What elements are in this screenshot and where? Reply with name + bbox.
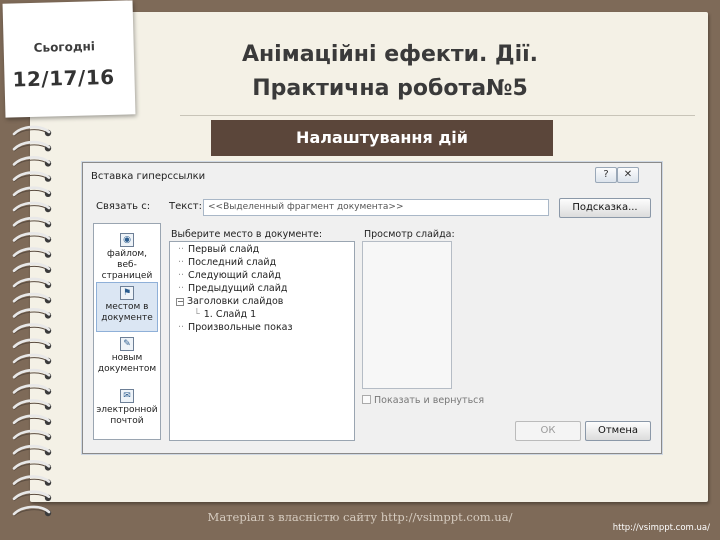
tree-item-previous-slide[interactable]: ·· Предыдущий слайд bbox=[178, 283, 288, 294]
tree-item-first-slide[interactable]: ·· Первый слайд bbox=[178, 244, 259, 255]
help-button[interactable]: ? bbox=[595, 167, 617, 183]
doc-place-label: Выберите место в документе: bbox=[171, 229, 323, 240]
document-place-icon: ⚑ bbox=[120, 286, 134, 300]
link-to-label: Связать с: bbox=[96, 201, 151, 212]
link-option-email[interactable]: ✉ электронной почтой bbox=[96, 386, 158, 436]
dialog-title: Вставка гиперссылки bbox=[91, 171, 206, 182]
insert-hyperlink-dialog: Вставка гиперссылки ? ✕ Связать с: Текст… bbox=[82, 162, 662, 454]
tree-item-label: Следующий слайд bbox=[188, 270, 281, 281]
site-url[interactable]: http://vsimppt.com.ua/ bbox=[613, 523, 710, 533]
tree-item-label: 1. Слайд 1 bbox=[203, 309, 257, 320]
link-type-panel: ◉ файлом, веб-страницей ⚑ местом в докум… bbox=[93, 223, 161, 440]
show-and-return-label: Показать и вернуться bbox=[374, 395, 485, 406]
link-option-file-web[interactable]: ◉ файлом, веб-страницей bbox=[96, 230, 158, 281]
document-place-tree: ·· Первый слайд ·· Последний слайд ·· Следу… bbox=[169, 241, 355, 441]
subheading-banner: Налаштування дій bbox=[211, 120, 553, 156]
show-and-return-option[interactable]: Показать и вернуться bbox=[362, 395, 484, 406]
close-button[interactable]: ✕ bbox=[617, 167, 639, 183]
tree-item-label: Заголовки слайдов bbox=[187, 296, 284, 307]
tree-item-label: Предыдущий слайд bbox=[188, 283, 288, 294]
link-option-label: электронной почтой bbox=[96, 405, 158, 426]
email-icon: ✉ bbox=[120, 389, 134, 403]
tree-item-next-slide[interactable]: ·· Следующий слайд bbox=[178, 270, 281, 281]
preview-label: Просмотр слайда: bbox=[364, 229, 455, 240]
link-option-place-in-document[interactable]: ⚑ местом в документе bbox=[96, 282, 158, 332]
link-option-label: местом в документе bbox=[101, 302, 153, 323]
title-line-1: Анімаційні ефекти. Дії. bbox=[241, 42, 539, 67]
ok-button[interactable]: ОК bbox=[515, 421, 581, 441]
close-icon: ✕ bbox=[623, 169, 633, 180]
date-note: Сьогодні 12/17/16 bbox=[2, 0, 136, 118]
text-label: Текст: bbox=[169, 201, 202, 212]
display-text-input[interactable]: <<Выделенный фрагмент документа>> bbox=[203, 199, 549, 216]
tree-item-label: Произвольные показ bbox=[188, 322, 293, 333]
tree-item-last-slide[interactable]: ·· Последний слайд bbox=[178, 257, 276, 268]
new-document-icon: ✎ bbox=[120, 337, 134, 351]
tree-item-slide-1[interactable]: └ 1. Слайд 1 bbox=[194, 309, 256, 320]
footer-watermark: Матеріал з власністю сайту http://vsimpp… bbox=[207, 510, 513, 524]
link-option-new-document[interactable]: ✎ новым документом bbox=[96, 334, 158, 384]
show-and-return-checkbox[interactable] bbox=[362, 395, 371, 404]
slide-title: Анімаційні ефекти. Дії. Практична робота… bbox=[140, 38, 640, 106]
title-line-2: Практична робота№5 bbox=[252, 76, 528, 102]
tree-item-custom-shows[interactable]: ·· Произвольные показ bbox=[178, 322, 293, 333]
link-option-label: новым документом bbox=[97, 353, 157, 374]
today-label: Сьогодні bbox=[33, 39, 96, 55]
globe-icon: ◉ bbox=[120, 233, 134, 247]
help-icon: ? bbox=[603, 169, 609, 180]
cancel-button[interactable]: Отмена bbox=[585, 421, 651, 441]
tree-item-slide-titles[interactable]: − Заголовки слайдов bbox=[176, 296, 283, 307]
link-option-label: файлом, веб-страницей bbox=[101, 249, 153, 281]
collapse-icon[interactable]: − bbox=[176, 298, 184, 306]
slide-preview bbox=[362, 241, 452, 389]
date-value: 12/17/16 bbox=[12, 64, 115, 92]
tree-item-label: Последний слайд bbox=[188, 257, 277, 268]
screentip-button[interactable]: Подсказка... bbox=[559, 198, 651, 218]
title-divider bbox=[180, 115, 695, 116]
tree-item-label: Первый слайд bbox=[188, 244, 260, 255]
